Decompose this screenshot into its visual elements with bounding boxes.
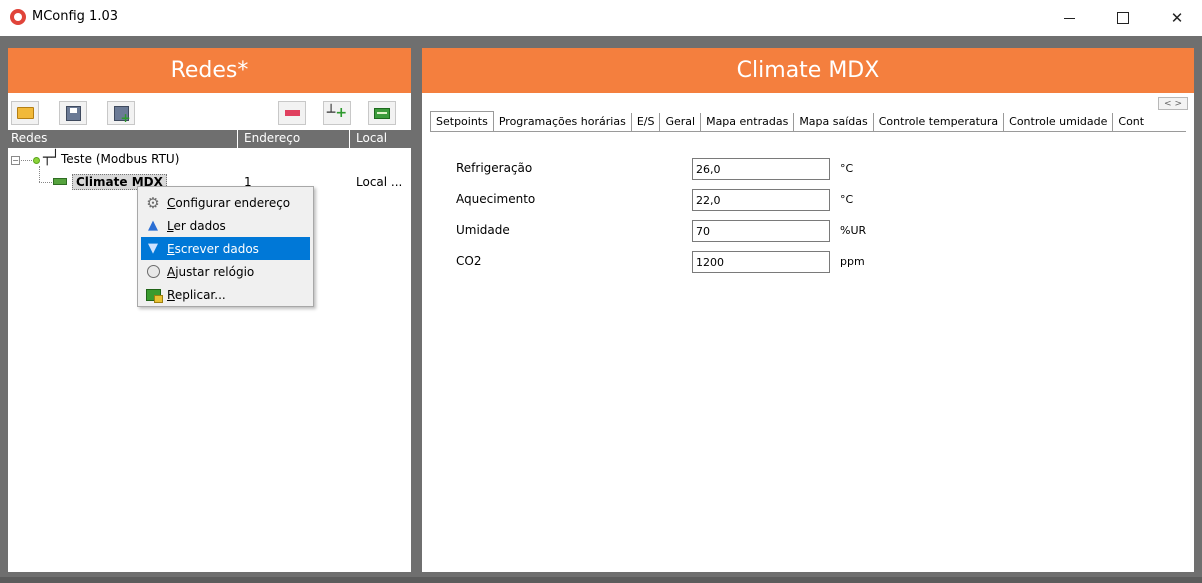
arrow-up-icon: ▲ xyxy=(148,218,158,233)
tab-scroll-left-icon[interactable]: < xyxy=(1164,99,1172,109)
setpoint-row-co2: CO2 ppm xyxy=(456,251,876,273)
menu-item-replicate[interactable]: Replicar... xyxy=(141,283,310,306)
menu-item-configure-address[interactable]: ⚙ Configurar endereço xyxy=(141,191,310,214)
tab-scroll-right-icon[interactable]: > xyxy=(1175,99,1183,109)
minimize-button[interactable] xyxy=(1049,4,1089,32)
save-as-button[interactable] xyxy=(107,101,135,125)
tab-cont[interactable]: Cont xyxy=(1113,113,1149,131)
modbus-network-icon: ┬┘ xyxy=(43,150,60,166)
tree-collapse-icon[interactable]: − xyxy=(11,156,20,165)
tab-controle-umidade[interactable]: Controle umidade xyxy=(1004,113,1114,131)
tab-mapa-saidas[interactable]: Mapa saídas xyxy=(794,113,874,131)
menu-item-write-data[interactable]: ▼ Escrever dados xyxy=(141,237,310,260)
save-button[interactable] xyxy=(59,101,87,125)
controller-device-icon xyxy=(53,178,67,185)
close-icon: ✕ xyxy=(1170,9,1184,27)
device-panel: Climate MDX < > Setpoints Programações h… xyxy=(422,48,1194,572)
networks-panel: Redes* ┴+ Redes Endereço Local − ┬┘ Test… xyxy=(8,48,411,572)
setpoint-label: Aquecimento xyxy=(456,192,536,206)
setpoint-row-umidade: Umidade %UR xyxy=(456,220,876,242)
tab-mapa-entradas[interactable]: Mapa entradas xyxy=(701,113,795,131)
clock-icon xyxy=(146,265,160,278)
maximize-button[interactable] xyxy=(1103,4,1143,32)
open-button[interactable] xyxy=(11,101,39,125)
replicate-icon xyxy=(145,288,163,303)
remove-button[interactable] xyxy=(278,101,306,125)
tab-setpoints[interactable]: Setpoints xyxy=(430,111,494,131)
title-bar: MConfig 1.03 ✕ xyxy=(0,0,1202,36)
add-network-button[interactable]: ┴+ xyxy=(323,101,351,125)
folder-icon xyxy=(16,107,34,119)
setpoint-unit: %UR xyxy=(840,224,867,237)
device-context-menu: ⚙ Configurar endereço ▲ Ler dados ▼ Escr… xyxy=(137,186,314,307)
save-icon xyxy=(65,105,81,121)
device-icon xyxy=(374,107,390,119)
device-local: Local ... xyxy=(356,175,403,189)
tab-scroll-buttons[interactable]: < > xyxy=(1158,97,1188,110)
co2-input[interactable] xyxy=(692,251,830,273)
window-bottom-edge xyxy=(0,577,1202,583)
tree-item-network[interactable]: Teste (Modbus RTU) xyxy=(61,152,179,166)
umidade-input[interactable] xyxy=(692,220,830,242)
refrigeracao-input[interactable] xyxy=(692,158,830,180)
networks-panel-title: Redes* xyxy=(8,48,411,93)
aquecimento-input[interactable] xyxy=(692,189,830,211)
tab-programacoes-horarias[interactable]: Programações horárias xyxy=(494,113,632,131)
setpoint-label: Refrigeração xyxy=(456,161,533,175)
device-tabs: Setpoints Programações horárias E/S Gera… xyxy=(430,111,1150,131)
setpoint-row-aquecimento: Aquecimento °C xyxy=(456,189,876,211)
app-logo-icon xyxy=(10,9,26,25)
window-title: MConfig 1.03 xyxy=(32,9,119,24)
arrow-down-icon: ▼ xyxy=(148,241,158,256)
column-redes[interactable]: Redes xyxy=(11,131,47,145)
tab-controle-temperatura[interactable]: Controle temperatura xyxy=(874,113,1005,131)
setpoint-unit: °C xyxy=(840,162,854,175)
tab-es[interactable]: E/S xyxy=(632,113,661,131)
network-icon: ┴+ xyxy=(326,105,348,121)
column-local[interactable]: Local xyxy=(356,131,387,145)
setpoint-unit: °C xyxy=(840,193,854,206)
remove-icon xyxy=(284,110,300,116)
setpoint-row-refrigeracao: Refrigeração °C xyxy=(456,158,876,180)
menu-item-adjust-clock[interactable]: Ajustar relógio xyxy=(141,260,310,283)
menu-item-read-data[interactable]: ▲ Ler dados xyxy=(141,214,310,237)
setpoint-label: CO2 xyxy=(456,254,482,268)
column-endereco[interactable]: Endereço xyxy=(244,131,300,145)
tab-geral[interactable]: Geral xyxy=(660,113,702,131)
networks-toolbar: ┴+ xyxy=(8,98,411,128)
tree-column-header: Redes Endereço Local xyxy=(8,130,411,148)
device-panel-title: Climate MDX xyxy=(422,48,1194,93)
setpoint-unit: ppm xyxy=(840,255,865,268)
setpoint-label: Umidade xyxy=(456,223,510,237)
gear-icon: ⚙ xyxy=(146,193,160,212)
close-button[interactable]: ✕ xyxy=(1157,4,1197,32)
network-status-icon xyxy=(33,157,40,164)
save-as-icon xyxy=(113,105,131,125)
add-device-button[interactable] xyxy=(368,101,396,125)
